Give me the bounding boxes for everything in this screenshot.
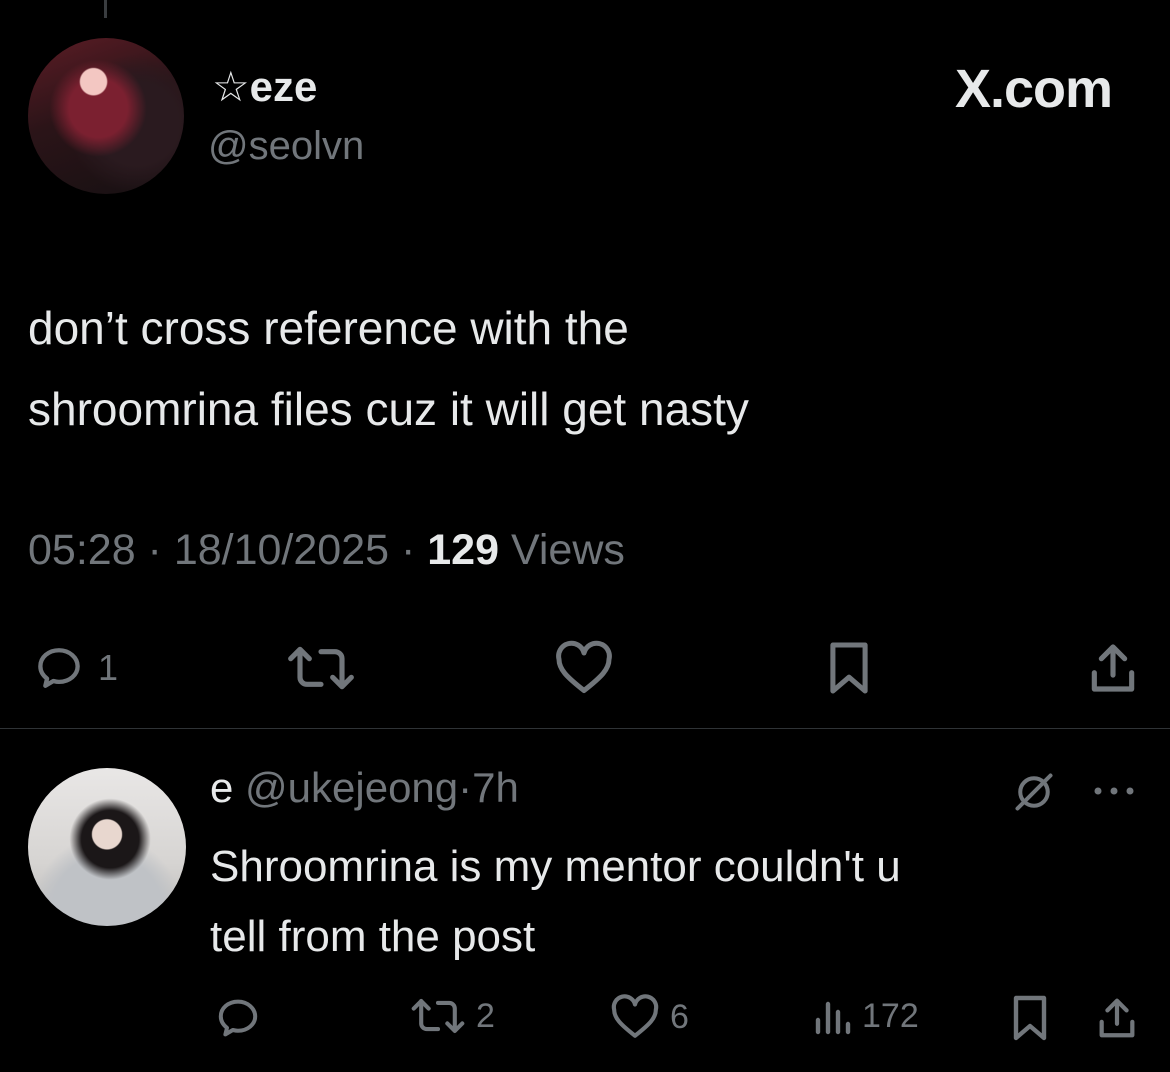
meta-separator: · <box>135 526 174 574</box>
post-time[interactable]: 05:28 <box>28 526 136 574</box>
brand-watermark: X.com <box>954 59 1113 119</box>
post-meta: 05:28 · 18/10/2025 · 129 Views <box>28 526 625 575</box>
views-button[interactable]: 172 <box>812 996 919 1036</box>
share-button[interactable] <box>1084 640 1142 696</box>
grok-button[interactable] <box>1012 770 1056 819</box>
retweet-button[interactable]: 2 <box>410 996 495 1036</box>
post-text: don’t cross reference with the shroomrin… <box>28 288 1128 450</box>
reply-text: Shroomrina is my mentor couldn't u tell … <box>210 832 1110 972</box>
retweet-count: 2 <box>476 996 495 1035</box>
author-display-name[interactable]: e <box>210 764 233 811</box>
reply-header: e @ukejeong·7h <box>210 764 519 812</box>
avatar[interactable] <box>28 38 184 194</box>
avatar[interactable] <box>28 768 186 926</box>
author-display-name[interactable]: ☆eze <box>212 62 317 111</box>
views-icon <box>815 1001 851 1035</box>
retweet-icon <box>288 646 354 690</box>
share-button[interactable] <box>1094 994 1140 1042</box>
reply-icon <box>218 999 258 1037</box>
like-button[interactable]: 6 <box>610 994 689 1040</box>
retweet-icon <box>411 999 465 1033</box>
retweet-button[interactable] <box>286 644 356 692</box>
reply-text-line: tell from the post <box>210 912 536 961</box>
like-button[interactable] <box>554 640 614 696</box>
meta-separator: · <box>458 764 473 811</box>
post-text-line: don’t cross reference with the <box>28 302 629 354</box>
bookmark-icon <box>830 642 868 694</box>
meta-separator: · <box>389 526 428 574</box>
reply-button[interactable] <box>212 994 264 1042</box>
bookmark-button[interactable] <box>1010 994 1050 1042</box>
more-icon <box>1094 787 1134 795</box>
reply-button[interactable]: 1 <box>30 642 118 694</box>
post-text-line: shroomrina files cuz it will get nasty <box>28 383 749 435</box>
like-icon <box>611 994 659 1038</box>
bookmark-icon <box>1013 995 1047 1041</box>
thread-connector-line <box>104 0 107 18</box>
reply-icon <box>38 648 80 688</box>
reply-count: 1 <box>98 647 119 688</box>
grok-icon <box>1015 773 1053 811</box>
bookmark-button[interactable] <box>826 640 872 696</box>
views-label: Views <box>499 526 625 574</box>
views-count: 172 <box>862 996 919 1035</box>
more-button[interactable] <box>1090 784 1138 803</box>
reply-text-line: Shroomrina is my mentor couldn't u <box>210 842 901 891</box>
like-icon <box>556 640 612 693</box>
views-count: 129 <box>427 526 500 574</box>
author-handle[interactable]: @seolvn <box>208 124 364 169</box>
share-icon <box>1099 998 1135 1038</box>
like-count: 6 <box>670 997 689 1036</box>
post-date[interactable]: 18/10/2025 <box>174 526 389 574</box>
share-icon <box>1091 644 1135 692</box>
divider <box>0 728 1170 729</box>
author-handle[interactable]: @ukejeong <box>245 764 458 811</box>
post-time[interactable]: 7h <box>472 764 519 811</box>
